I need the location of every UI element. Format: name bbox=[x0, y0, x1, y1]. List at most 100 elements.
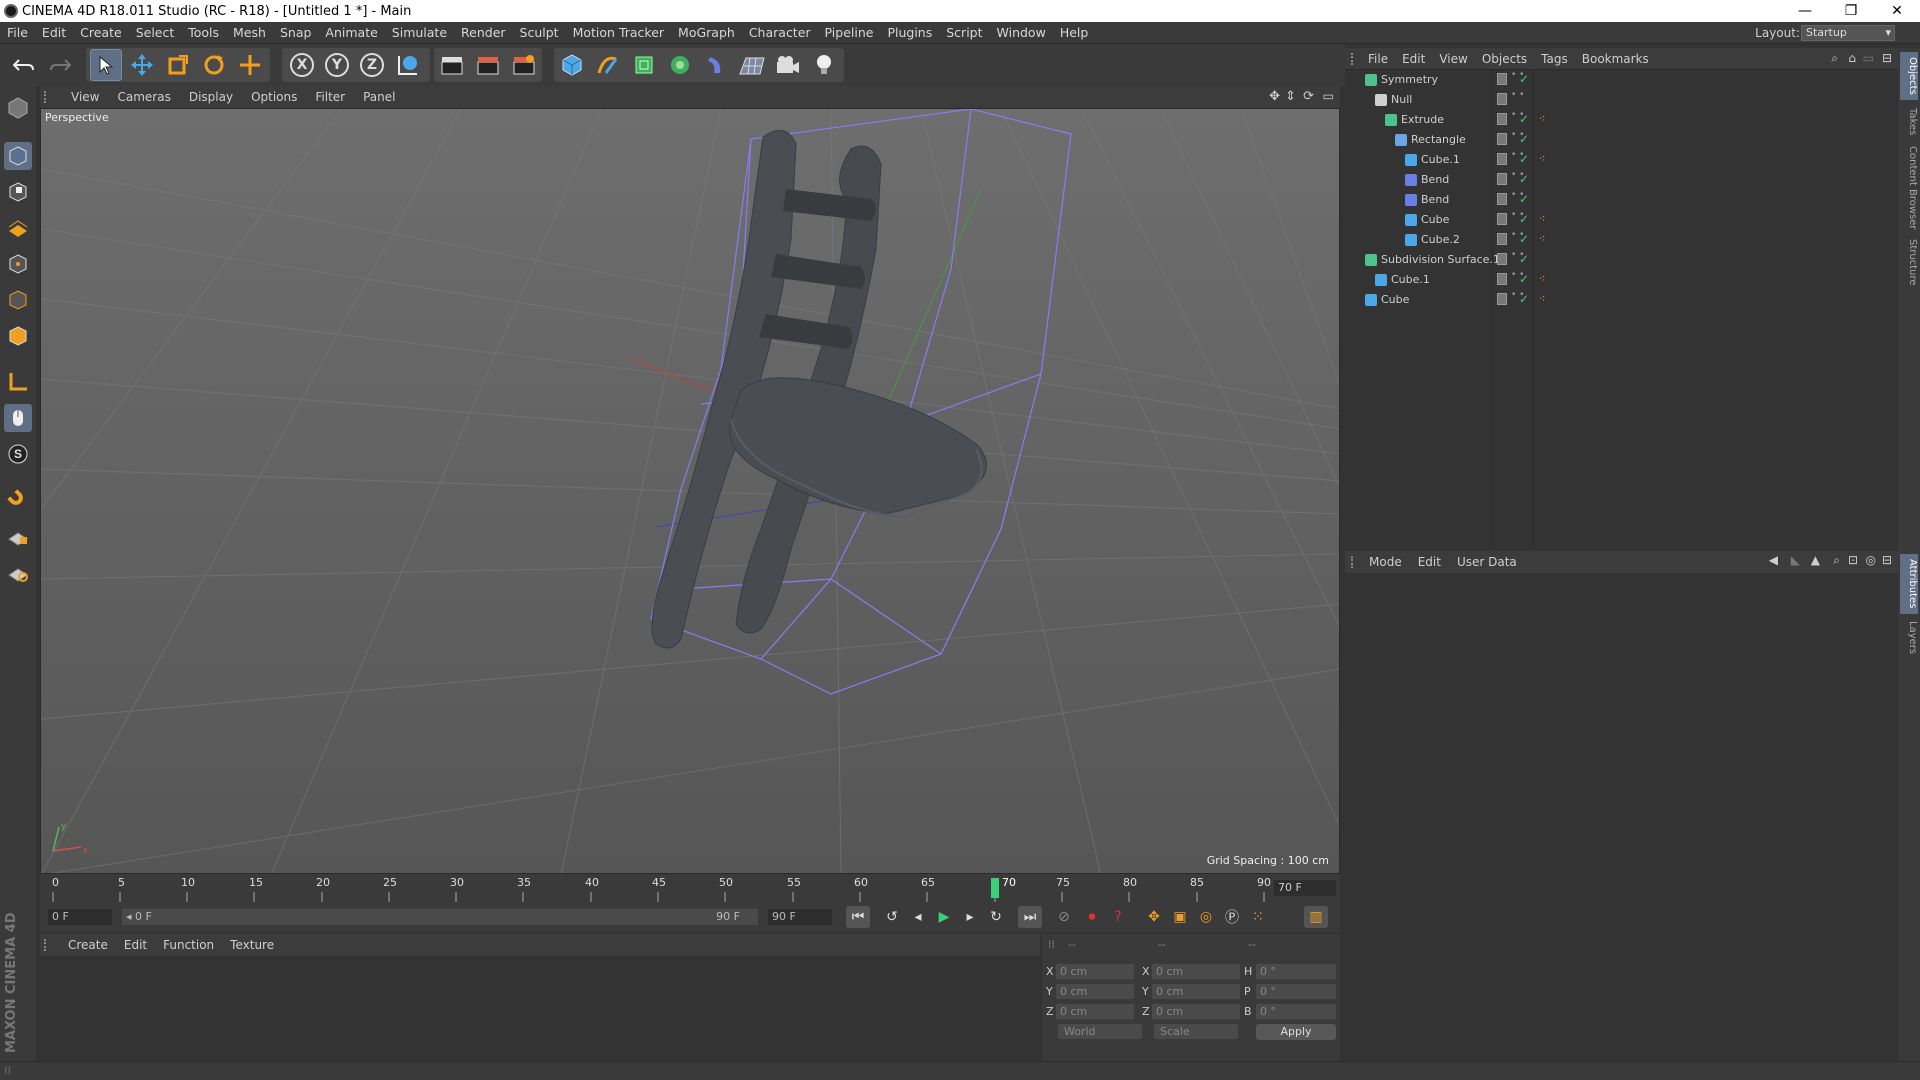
y-axis-lock-button[interactable]: Y bbox=[321, 49, 353, 81]
enabled-check-icon[interactable]: ✓ bbox=[1519, 72, 1529, 86]
material-menu-function[interactable]: Function bbox=[155, 938, 222, 952]
size-mode-dropdown[interactable]: Scale bbox=[1154, 1024, 1238, 1039]
attributes-menu-user-data[interactable]: User Data bbox=[1449, 555, 1525, 569]
playhead-marker[interactable] bbox=[990, 878, 999, 898]
objects-menu-bookmarks[interactable]: Bookmarks bbox=[1575, 52, 1656, 66]
objects-menu-view[interactable]: View bbox=[1432, 52, 1474, 66]
tab-content-browser[interactable]: Content Browser bbox=[1900, 146, 1918, 230]
render-settings-button[interactable] bbox=[508, 49, 540, 81]
transform-button[interactable] bbox=[234, 49, 266, 81]
key-pla-button[interactable]: ⁙ bbox=[1246, 906, 1270, 928]
keyframe-selection-button[interactable]: ? bbox=[1106, 906, 1130, 928]
menu-plugins[interactable]: Plugins bbox=[880, 25, 939, 40]
objects-menu-tags[interactable]: Tags bbox=[1534, 52, 1575, 66]
material-menu-create[interactable]: Create bbox=[60, 938, 116, 952]
viewport-menu-view[interactable]: View bbox=[62, 90, 108, 104]
object-row[interactable]: Cube.1 • • ✓ ⁖ bbox=[1345, 150, 1898, 170]
workplane-mode-button[interactable] bbox=[4, 214, 32, 242]
pos-x-field[interactable]: 0 cm bbox=[1056, 964, 1134, 979]
attributes-menu-edit[interactable]: Edit bbox=[1410, 555, 1449, 569]
key-scale-button[interactable]: ▣ bbox=[1168, 906, 1192, 928]
next-key-button[interactable]: ↻ bbox=[984, 906, 1008, 928]
menu-render[interactable]: Render bbox=[454, 25, 513, 40]
object-row[interactable]: Null • • bbox=[1345, 90, 1898, 110]
size-x-field[interactable]: 0 cm bbox=[1152, 964, 1240, 979]
viewport-pan-icon[interactable]: ✥ bbox=[1269, 89, 1280, 104]
start-frame-field[interactable]: 0 F bbox=[48, 909, 112, 925]
menu-sculpt[interactable]: Sculpt bbox=[513, 25, 566, 40]
new-manager-icon[interactable]: ◎ bbox=[1866, 553, 1876, 567]
phong-tag-icon[interactable]: ⁖ bbox=[1539, 272, 1545, 285]
layer-icon[interactable] bbox=[1497, 113, 1507, 125]
enabled-check-icon[interactable]: ✓ bbox=[1519, 152, 1529, 166]
object-row[interactable]: Rectangle • • ✓ bbox=[1345, 130, 1898, 150]
make-editable-button[interactable] bbox=[4, 94, 32, 122]
add-deformer-button[interactable] bbox=[700, 49, 732, 81]
viewport-menu-filter[interactable]: Filter bbox=[306, 90, 354, 104]
forward-arrow-icon[interactable]: ◣ bbox=[1791, 553, 1800, 567]
pos-z-field[interactable]: 0 cm bbox=[1056, 1004, 1134, 1019]
phong-tag-icon[interactable]: ⁖ bbox=[1539, 232, 1545, 245]
goto-start-button[interactable]: ⏮ bbox=[846, 906, 870, 928]
add-floor-button[interactable] bbox=[736, 49, 768, 81]
current-frame-field[interactable]: 70 F bbox=[1274, 880, 1336, 896]
menu-character[interactable]: Character bbox=[742, 25, 818, 40]
tab-objects[interactable]: Objects bbox=[1900, 52, 1918, 100]
model-mode-button[interactable] bbox=[4, 142, 32, 170]
menu-file[interactable]: File bbox=[0, 25, 35, 40]
tweak-mode-button[interactable] bbox=[4, 404, 32, 432]
viewport-zoom-icon[interactable]: ⇕ bbox=[1285, 89, 1296, 104]
layer-icon[interactable] bbox=[1497, 293, 1507, 305]
pos-y-field[interactable]: 0 cm bbox=[1056, 984, 1134, 999]
layer-icon[interactable] bbox=[1497, 273, 1507, 285]
object-row[interactable]: Cube.1 • • ✓ ⁖ bbox=[1345, 270, 1898, 290]
enabled-check-icon[interactable]: ✓ bbox=[1519, 112, 1529, 126]
objects-menu-edit[interactable]: Edit bbox=[1395, 52, 1432, 66]
layer-icon[interactable] bbox=[1497, 233, 1507, 245]
menu-script[interactable]: Script bbox=[939, 25, 989, 40]
lock-icon[interactable]: ⊡ bbox=[1848, 553, 1858, 567]
panel-options-icon[interactable]: ⊟ bbox=[1882, 553, 1892, 567]
layer-icon[interactable] bbox=[1497, 213, 1507, 225]
next-frame-button[interactable]: ▸ bbox=[958, 906, 982, 928]
size-y-field[interactable]: 0 cm bbox=[1152, 984, 1240, 999]
object-row[interactable]: Cube.2 • • ✓ ⁖ bbox=[1345, 230, 1898, 250]
key-rotation-button[interactable]: ◎ bbox=[1194, 906, 1218, 928]
enabled-check-icon[interactable]: ✓ bbox=[1519, 132, 1529, 146]
menu-window[interactable]: Window bbox=[990, 25, 1053, 40]
layer-icon[interactable] bbox=[1497, 133, 1507, 145]
search-icon[interactable]: ⌕ bbox=[1831, 51, 1838, 66]
size-z-field[interactable]: 0 cm bbox=[1152, 1004, 1240, 1019]
add-array-button[interactable] bbox=[664, 49, 696, 81]
tab-takes[interactable]: Takes bbox=[1900, 104, 1918, 140]
scale-button[interactable] bbox=[162, 49, 194, 81]
phong-tag-icon[interactable]: ⁖ bbox=[1539, 112, 1545, 125]
polygons-mode-button[interactable] bbox=[4, 322, 32, 350]
menu-motion-tracker[interactable]: Motion Tracker bbox=[566, 25, 671, 40]
axis-mode-button[interactable] bbox=[4, 368, 32, 396]
add-cube-button[interactable] bbox=[556, 49, 588, 81]
minimize-panel-icon[interactable]: ▭ bbox=[1863, 51, 1874, 65]
object-row[interactable]: Symmetry • • ✓ bbox=[1345, 70, 1898, 90]
menu-select[interactable]: Select bbox=[129, 25, 182, 40]
texture-mode-button[interactable] bbox=[4, 178, 32, 206]
rot-b-field[interactable]: 0 ° bbox=[1256, 1004, 1336, 1019]
live-selection-button[interactable] bbox=[90, 49, 122, 81]
rotate-button[interactable] bbox=[198, 49, 230, 81]
prev-key-button[interactable]: ↺ bbox=[880, 906, 904, 928]
layout-dropdown[interactable]: Startup ▾ bbox=[1801, 25, 1895, 41]
add-subdivision-button[interactable] bbox=[628, 49, 660, 81]
viewport-menu-options[interactable]: Options bbox=[242, 90, 306, 104]
menu-tools[interactable]: Tools bbox=[181, 25, 226, 40]
points-mode-button[interactable] bbox=[4, 250, 32, 278]
coordinate-space-dropdown[interactable]: World bbox=[1058, 1024, 1142, 1039]
redo-button[interactable] bbox=[44, 49, 76, 81]
objects-menu-objects[interactable]: Objects bbox=[1475, 52, 1534, 66]
menu-help[interactable]: Help bbox=[1053, 25, 1096, 40]
menu-create[interactable]: Create bbox=[73, 25, 129, 40]
autokey-button[interactable]: ⏺ bbox=[1080, 906, 1104, 928]
goto-end-button[interactable]: ⏭ bbox=[1018, 906, 1042, 928]
end-frame-field[interactable]: 90 F bbox=[768, 909, 832, 925]
material-menu-edit[interactable]: Edit bbox=[116, 938, 155, 952]
restore-button[interactable]: ❐ bbox=[1828, 0, 1874, 22]
